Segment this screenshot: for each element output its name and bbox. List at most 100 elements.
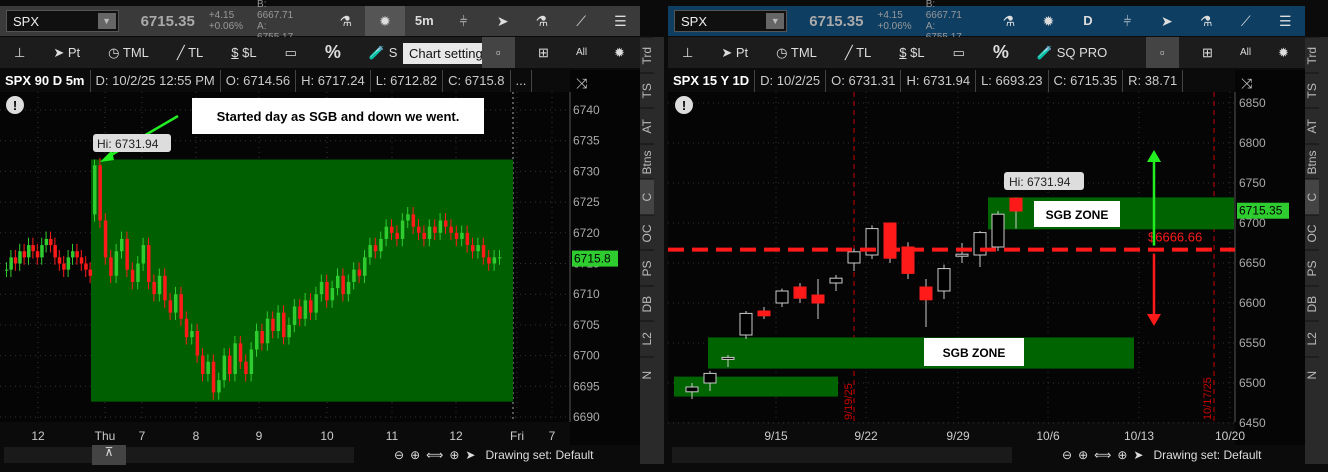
drawing-set[interactable]: Drawing set: Default xyxy=(1153,448,1261,462)
side-tab-oc[interactable]: OC xyxy=(640,214,654,250)
tool-sl[interactable]: $ $L xyxy=(885,37,938,68)
chevron-down-icon[interactable]: ▼ xyxy=(97,13,116,29)
chart-type-icon[interactable]: ⫩ xyxy=(1108,6,1147,36)
candle xyxy=(811,294,825,304)
candle xyxy=(201,355,205,375)
studies-flask-icon[interactable]: ⚗ xyxy=(989,6,1028,36)
single-layout-icon[interactable]: ▫ xyxy=(482,37,515,68)
candle xyxy=(847,251,861,264)
flask-icon[interactable]: ⚗ xyxy=(522,6,561,36)
zoom-in-icon[interactable]: ⊕ xyxy=(410,448,420,462)
tool-pt[interactable]: ➤ Pt xyxy=(39,37,94,68)
settings-gear-icon[interactable]: ✹ xyxy=(600,37,639,68)
side-tab-ps[interactable]: PS xyxy=(1305,250,1319,286)
tool-sq-pro[interactable]: 🧪 SQ PRO xyxy=(1023,37,1121,68)
expand-icon: ⤨ xyxy=(576,75,588,91)
change: +4.15 +0.06% xyxy=(877,10,912,32)
pin-icon[interactable]: ⊥ xyxy=(0,37,39,68)
pan-icon[interactable]: ⟺ xyxy=(1094,448,1111,462)
gear-icon[interactable]: ✹ xyxy=(365,6,405,36)
drawing-set[interactable]: Drawing set: Default xyxy=(485,448,593,462)
side-tab-n[interactable]: N xyxy=(640,356,654,392)
side-tab-l2[interactable]: L2 xyxy=(1305,321,1319,357)
side-tab-ps[interactable]: PS xyxy=(640,250,654,286)
tool-percent[interactable]: % xyxy=(979,37,1023,68)
plot-area xyxy=(668,92,1235,422)
side-tab-ts[interactable]: TS xyxy=(640,72,654,108)
cursor-icon[interactable]: ➤ xyxy=(1133,448,1143,462)
side-tab-trd[interactable]: Trd xyxy=(640,37,654,73)
all-icon[interactable]: All xyxy=(562,37,601,68)
symbol-input[interactable]: SPX ▼ xyxy=(674,10,788,32)
pan-icon[interactable]: ⟺ xyxy=(426,448,443,462)
side-tab-c[interactable]: C xyxy=(640,179,654,215)
zoom-in-icon[interactable]: ⊕ xyxy=(1078,448,1088,462)
right-price-chart[interactable]: 6850680067506700665066006550650064509/15… xyxy=(668,70,1305,445)
tool-tml[interactable]: ◷ TML xyxy=(94,37,163,68)
studies-flask-icon[interactable]: ⚗ xyxy=(326,6,365,36)
side-tab-at[interactable]: AT xyxy=(1305,108,1319,144)
side-tab-db[interactable]: DB xyxy=(640,285,654,321)
zoom-out-icon[interactable]: ⊖ xyxy=(394,448,404,462)
flask-icon[interactable]: ⚗ xyxy=(1187,6,1226,36)
side-tab-l2[interactable]: L2 xyxy=(640,321,654,357)
drawing-icon[interactable]: ⟋ xyxy=(562,6,601,36)
settings-gear-icon[interactable]: ✹ xyxy=(1264,37,1303,68)
gear-icon[interactable]: ✹ xyxy=(1029,6,1068,36)
single-layout-icon[interactable]: ▫ xyxy=(1146,37,1179,68)
candle xyxy=(991,213,1005,248)
menu-icon[interactable]: ☰ xyxy=(1266,6,1305,36)
all-icon[interactable]: All xyxy=(1226,37,1265,68)
timeframe-button[interactable]: D xyxy=(1068,6,1107,36)
side-tab-c[interactable]: C xyxy=(1305,179,1319,215)
tool-pt[interactable]: ➤ Pt xyxy=(707,37,762,68)
candle xyxy=(222,355,227,381)
grid-layout-icon[interactable]: ⊞ xyxy=(1188,37,1227,68)
candle xyxy=(417,226,421,233)
menu-icon[interactable]: ☰ xyxy=(601,6,640,36)
y-tick-label: 6750 xyxy=(1239,176,1266,190)
chart-type-icon[interactable]: ⫩ xyxy=(444,6,483,36)
cursor-icon[interactable]: ➤ xyxy=(1147,6,1186,36)
left-price-chart[interactable]: 6740673567306725672067156710670567006695… xyxy=(0,70,640,445)
tool-tl[interactable]: ╱ TL xyxy=(831,37,885,68)
rectangle-icon[interactable]: ▭ xyxy=(271,37,311,68)
candle xyxy=(79,257,84,264)
side-tab-btns[interactable]: Btns xyxy=(640,143,654,179)
candle xyxy=(255,331,259,350)
grid-layout-icon[interactable]: ⊞ xyxy=(524,37,563,68)
side-tab-trd[interactable]: Trd xyxy=(1305,37,1319,73)
chevron-down-icon[interactable]: ▼ xyxy=(766,13,785,29)
scroll-thumb[interactable]: ⊼ xyxy=(92,445,126,465)
right-side-tabs: Trd TS AT Btns C OC PS DB L2 N xyxy=(1305,37,1328,464)
candle xyxy=(481,245,486,258)
symbol-input[interactable]: SPX ▼ xyxy=(6,10,119,32)
tool-tml[interactable]: ◷ TML xyxy=(762,37,831,68)
y-tick-label: 6730 xyxy=(573,164,600,178)
side-tab-oc[interactable]: OC xyxy=(1305,214,1319,250)
candle xyxy=(319,281,324,295)
side-tab-n[interactable]: N xyxy=(1305,356,1319,392)
scrollbar[interactable] xyxy=(672,447,1012,463)
candle xyxy=(18,251,22,264)
side-tab-btns[interactable]: Btns xyxy=(1305,143,1319,179)
candle xyxy=(384,226,389,239)
side-tab-at[interactable]: AT xyxy=(640,108,654,144)
tool-sl[interactable]: $ $L xyxy=(217,37,270,68)
side-tab-db[interactable]: DB xyxy=(1305,285,1319,321)
tool-tl[interactable]: ╱ TL xyxy=(163,37,217,68)
tool-percent[interactable]: % xyxy=(311,37,355,68)
timeframe-button[interactable]: 5m xyxy=(405,6,444,36)
zone-label-lower: SGB ZONE xyxy=(943,346,1006,360)
crosshair-icon[interactable]: ⊕ xyxy=(1117,448,1127,462)
pin-icon[interactable]: ⊥ xyxy=(668,37,707,68)
scrollbar[interactable]: ⊼ xyxy=(4,445,354,465)
side-tab-ts[interactable]: TS xyxy=(1305,72,1319,108)
candle xyxy=(433,226,437,233)
zoom-out-icon[interactable]: ⊖ xyxy=(1062,448,1072,462)
cursor-icon[interactable]: ➤ xyxy=(483,6,522,36)
cursor-icon[interactable]: ➤ xyxy=(465,448,475,462)
drawing-icon[interactable]: ⟋ xyxy=(1226,6,1265,36)
rectangle-icon[interactable]: ▭ xyxy=(939,37,979,68)
crosshair-icon[interactable]: ⊕ xyxy=(449,448,459,462)
